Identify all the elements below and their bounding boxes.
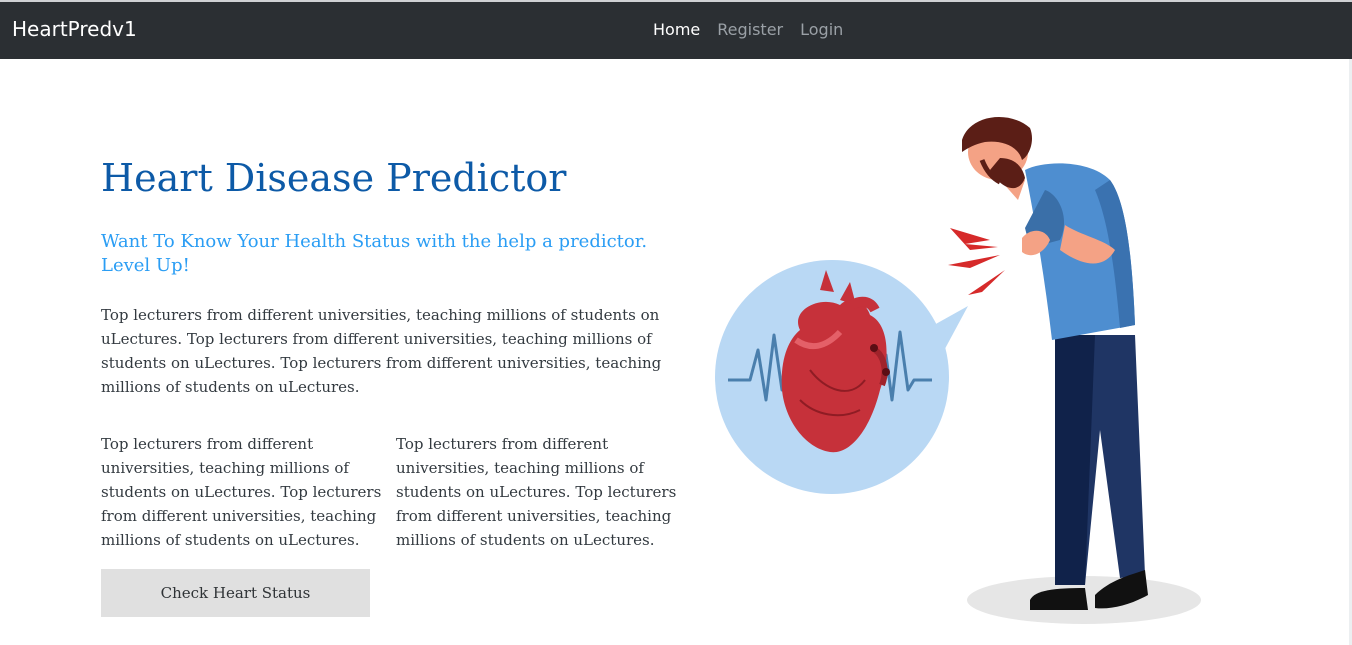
- check-heart-status-button[interactable]: Check Heart Status: [101, 569, 370, 617]
- page-subtitle: Want To Know Your Health Status with the…: [101, 231, 648, 276]
- nav-link-login[interactable]: Login: [800, 20, 843, 39]
- navbar: HeartPredv1 Home Register Login: [0, 2, 1352, 59]
- brand-logo[interactable]: HeartPredv1: [12, 17, 137, 41]
- nav-link-home[interactable]: Home: [653, 20, 700, 39]
- man-with-heart-pain-illustration: [715, 116, 1201, 624]
- intro-paragraph: Top lecturers from different universitie…: [101, 306, 662, 396]
- nav-link-register[interactable]: Register: [717, 20, 783, 39]
- page-title: Heart Disease Predictor: [101, 156, 567, 200]
- column-paragraph-left: Top lecturers from different universitie…: [101, 435, 382, 549]
- nav-links: Home Register Login: [653, 20, 843, 39]
- column-paragraph-right: Top lecturers from different universitie…: [396, 435, 677, 549]
